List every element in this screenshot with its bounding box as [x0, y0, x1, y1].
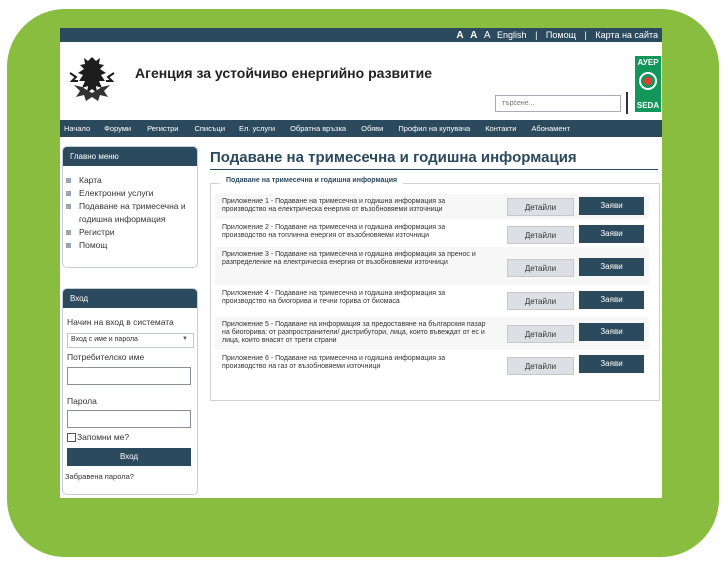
submit-button[interactable]: Заяви — [579, 197, 644, 215]
login-method-label: Начин на вход в системата — [67, 317, 174, 327]
username-label: Потребителско име — [67, 352, 145, 362]
top-bar: A A A English | Помощ | Карта на сайта — [60, 28, 662, 42]
nav-item-forums[interactable]: Форуми — [90, 120, 131, 137]
row-text: Приложение 3 - Подаване на тримесечна и … — [222, 251, 476, 266]
separator: | — [584, 30, 587, 40]
nav-item-feedback[interactable]: Обратна връзка — [275, 120, 346, 137]
login-button[interactable]: Вход — [67, 448, 191, 466]
submit-button[interactable]: Заяви — [579, 258, 644, 276]
table-row: Приложение 4 - Подаване на тримесечна и … — [215, 286, 649, 316]
main-navigation: Начало Форуми Регистри Списъци Ел. услуг… — [60, 120, 662, 137]
menu-item-quarterly-info-cont[interactable]: годишна информация — [63, 213, 197, 226]
password-label: Парола — [67, 396, 97, 406]
separator: | — [535, 30, 538, 40]
font-small-button[interactable]: A — [456, 30, 463, 41]
english-link[interactable]: English — [497, 30, 527, 40]
nav-item-ads[interactable]: Обяви — [346, 120, 383, 137]
details-button[interactable]: Детайли — [507, 259, 574, 277]
font-normal-button[interactable]: A — [470, 30, 477, 41]
login-panel: Вход Начин на вход в системата Вход с им… — [62, 288, 198, 495]
nav-item-registers[interactable]: Регистри — [131, 120, 178, 137]
details-button[interactable]: Детайли — [507, 325, 574, 343]
nav-item-buyer-profile[interactable]: Профил на купувача — [383, 120, 470, 137]
menu-item-registers[interactable]: Регистри — [63, 226, 197, 239]
menu-item-e-services[interactable]: Електронни услуги — [63, 187, 197, 200]
details-button[interactable]: Детайли — [507, 357, 574, 375]
menu-item-help[interactable]: Помощ — [63, 239, 197, 252]
header-divider — [626, 92, 628, 114]
main-menu-title: Главно меню — [63, 147, 197, 166]
details-button[interactable]: Детайли — [507, 292, 574, 310]
section-legend: Подаване на тримесечна и годишна информа… — [220, 177, 404, 184]
submit-button[interactable]: Заяви — [579, 323, 644, 341]
logo-top-text: АУЕР — [637, 58, 659, 67]
table-row: Приложение 5 - Подаване на информация за… — [215, 317, 649, 350]
seda-logo[interactable]: АУЕР SEDA — [635, 56, 661, 112]
page-title: Подаване на тримесечна и годишна информа… — [210, 149, 577, 166]
row-text: Приложение 5 - Подаване на информация за… — [222, 321, 486, 344]
table-row: Приложение 1 - Подаване на тримесечна и … — [215, 194, 649, 219]
help-link[interactable]: Помощ — [546, 30, 576, 40]
username-field[interactable] — [67, 367, 191, 385]
details-button[interactable]: Детайли — [507, 226, 574, 244]
remember-label: Запомни ме? — [77, 432, 130, 442]
logo-bottom-text: SEDA — [636, 101, 660, 110]
row-text: Приложение 4 - Подаване на тримесечна и … — [222, 290, 446, 305]
table-row: Приложение 3 - Подаване на тримесечна и … — [215, 247, 649, 285]
login-method-select[interactable]: Вход с име и парола ▼ — [67, 333, 194, 348]
font-large-button[interactable]: A — [484, 30, 491, 41]
login-title: Вход — [63, 289, 197, 308]
submit-button[interactable]: Заяви — [579, 225, 644, 243]
nav-item-subscription[interactable]: Абонамент — [516, 120, 570, 137]
browser-page: A A A English | Помощ | Карта на сайта А… — [60, 28, 662, 498]
site-map-link[interactable]: Карта на сайта — [595, 30, 658, 40]
row-text: Приложение 6 - Подаване на тримесечна и … — [222, 355, 446, 370]
table-row: Приложение 6 - Подаване на тримесечна и … — [215, 351, 649, 379]
nav-item-home[interactable]: Начало — [60, 120, 90, 137]
password-field[interactable] — [67, 410, 191, 428]
site-title: Агенция за устойчиво енергийно развитие — [135, 65, 433, 81]
login-method-value: Вход с име и парола — [71, 336, 138, 343]
chevron-down-icon: ▼ — [182, 336, 188, 342]
menu-item-map[interactable]: Карта — [63, 174, 197, 187]
search-input[interactable] — [502, 100, 612, 107]
nav-item-e-services[interactable]: Ел. услуги — [225, 120, 275, 137]
submit-button[interactable]: Заяви — [579, 291, 644, 309]
bullet-icon — [66, 191, 71, 196]
nav-item-lists[interactable]: Списъци — [178, 120, 225, 137]
bullet-icon — [66, 204, 71, 209]
bullet-icon — [66, 230, 71, 235]
row-text: Приложение 2 - Подаване на тримесечна и … — [222, 224, 446, 239]
lion-crest-icon[interactable] — [66, 55, 118, 103]
bullet-icon — [66, 243, 71, 248]
table-row: Приложение 2 - Подаване на тримесечна и … — [215, 220, 649, 246]
bullet-icon — [66, 178, 71, 183]
main-menu-panel: Главно меню Карта Електронни услуги Пода… — [62, 146, 198, 268]
row-text: Приложение 1 - Подаване на тримесечна и … — [222, 198, 446, 213]
remember-checkbox[interactable] — [67, 433, 76, 442]
logo-circle-icon — [639, 72, 657, 90]
details-button[interactable]: Детайли — [507, 198, 574, 216]
submit-button[interactable]: Заяви — [579, 355, 644, 373]
menu-item-quarterly-info[interactable]: Подаване на тримесечна и — [63, 200, 197, 213]
nav-item-contacts[interactable]: Контакти — [470, 120, 516, 137]
forgot-password-link[interactable]: Забравена парола? — [65, 472, 134, 481]
title-divider — [210, 169, 658, 170]
search-box[interactable] — [495, 95, 621, 112]
